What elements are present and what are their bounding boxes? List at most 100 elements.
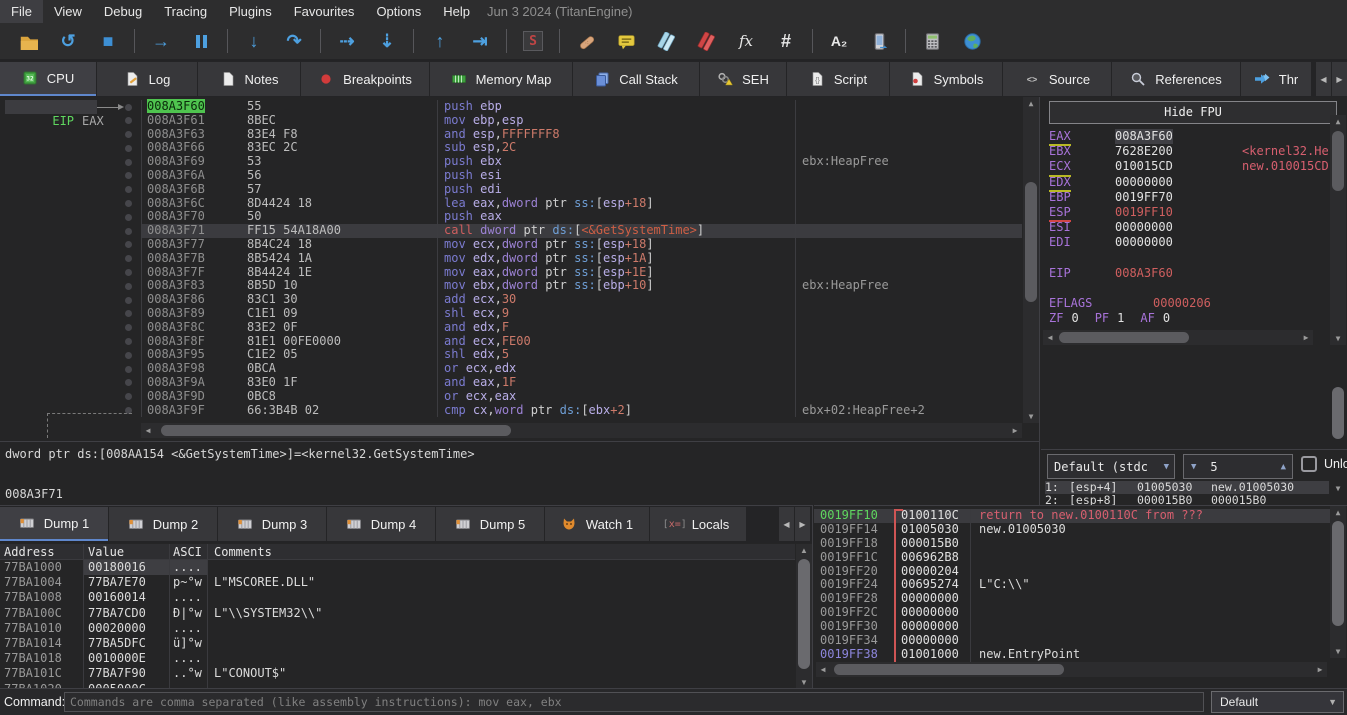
- breakpoint-dot[interactable]: [118, 224, 141, 238]
- disasm-row[interactable]: 008A3F618BECmov ebp,esp: [0, 114, 1022, 128]
- breakpoint-dot[interactable]: [118, 390, 141, 404]
- command-profile-select[interactable]: Default ▼: [1211, 691, 1344, 713]
- breakpoint-dot[interactable]: [118, 197, 141, 211]
- breakpoint-dot[interactable]: [118, 238, 141, 252]
- disasm-row[interactable]: 008A3F6055push ebp: [0, 100, 1022, 114]
- calculator-icon[interactable]: [920, 29, 944, 53]
- tab-source[interactable]: <>Source: [1003, 62, 1111, 96]
- scrollbar-thumb[interactable]: [1332, 521, 1344, 626]
- dump-column-header[interactable]: Value: [84, 544, 170, 559]
- scroll-right-icon[interactable]: ▶: [1299, 330, 1313, 345]
- labels-icon[interactable]: [654, 29, 678, 53]
- register-value[interactable]: 008A3F60: [1115, 129, 1173, 144]
- step-into-icon[interactable]: ↓: [242, 29, 266, 53]
- unlocked-checkbox[interactable]: [1301, 456, 1317, 472]
- pause-icon[interactable]: [189, 29, 213, 53]
- tab-references[interactable]: References: [1112, 62, 1240, 96]
- trace-into-icon[interactable]: ⇣: [375, 29, 399, 53]
- tab-memory-map[interactable]: Memory Map: [430, 62, 572, 96]
- disasm-row[interactable]: 008A3F838B5D 10mov ebx,dword ptr ss:[ebp…: [0, 279, 1022, 293]
- stack-row[interactable]: 0019FF3000000000: [814, 620, 1330, 634]
- breakpoint-dot[interactable]: [118, 114, 141, 128]
- scrollbar-thumb[interactable]: [1332, 131, 1344, 191]
- disasm-row[interactable]: 008A3F7B8B5424 1Amov edx,dword ptr ss:[e…: [0, 252, 1022, 266]
- run-icon[interactable]: →: [149, 29, 173, 53]
- command-input[interactable]: [64, 692, 1204, 712]
- registers-vscrollbar[interactable]: ▲ ▼: [1330, 115, 1346, 345]
- disassembly-hscrollbar[interactable]: ◀ ▶: [141, 423, 1022, 438]
- comment-icon[interactable]: [614, 29, 638, 53]
- tab-scroll-right-icon[interactable]: ▶: [795, 507, 810, 541]
- breakpoint-dot[interactable]: [118, 128, 141, 142]
- log-string-icon[interactable]: S: [521, 29, 545, 53]
- scroll-right-icon[interactable]: ▶: [1313, 662, 1327, 677]
- disasm-row[interactable]: 008A3F6683EC 2Csub esp,2C: [0, 141, 1022, 155]
- registers-hscrollbar[interactable]: ◀ ▶: [1043, 330, 1313, 345]
- analysis-icon[interactable]: #: [774, 29, 798, 53]
- scrollbar-thumb[interactable]: [798, 559, 810, 669]
- scroll-up-icon[interactable]: ▲: [796, 544, 812, 557]
- register-value[interactable]: 7628E200: [1115, 144, 1173, 159]
- disasm-row[interactable]: 008A3F71FF15 54A18A00call dword ptr ds:[…: [0, 224, 1022, 238]
- disasm-row[interactable]: 008A3F8683C1 30add ecx,30: [0, 293, 1022, 307]
- disasm-row[interactable]: 008A3F6953push ebxebx:HeapFree: [0, 155, 1022, 169]
- tab-scroll-left-icon[interactable]: ◀: [1316, 62, 1331, 96]
- arguments-vscrollbar[interactable]: ▼: [1330, 383, 1346, 495]
- scroll-up-icon[interactable]: ▲: [1330, 115, 1346, 128]
- open-file-icon[interactable]: [16, 29, 40, 53]
- dump-row[interactable]: 77BA100477BA7E70p~°wL"MSCOREE.DLL": [0, 575, 795, 590]
- dump-column-header[interactable]: Comments: [208, 544, 795, 559]
- assemble-icon[interactable]: A₂: [827, 29, 851, 53]
- preferences-icon[interactable]: [960, 29, 984, 53]
- disasm-row[interactable]: 008A3F8F81E1 00FE0000and ecx,FE00: [0, 335, 1022, 349]
- disasm-row[interactable]: 008A3F778B4C24 18mov ecx,dword ptr ss:[e…: [0, 238, 1022, 252]
- breakpoint-dot[interactable]: [118, 252, 141, 266]
- stack-row[interactable]: 0019FF3400000000: [814, 634, 1330, 648]
- disasm-row[interactable]: 008A3F6A56push esi: [0, 169, 1022, 183]
- trace-over-icon[interactable]: ⇢: [335, 29, 359, 53]
- spin-up-icon[interactable]: ▲: [1281, 462, 1286, 472]
- breakpoint-dot[interactable]: [118, 307, 141, 321]
- register-value[interactable]: 00000206: [1153, 296, 1211, 311]
- tab-dump-1[interactable]: Dump 1: [0, 507, 108, 541]
- stack-vscrollbar[interactable]: ▲ ▼: [1330, 506, 1346, 658]
- tab-breakpoints[interactable]: Breakpoints: [301, 62, 429, 96]
- stack-row[interactable]: 0019FF2000000204: [814, 565, 1330, 579]
- patches-icon[interactable]: [574, 29, 598, 53]
- stack-row[interactable]: 0019FF2800000000: [814, 592, 1330, 606]
- disasm-row[interactable]: 008A3F8C83E2 0Fand edx,F: [0, 321, 1022, 335]
- spin-down-icon[interactable]: ▼: [1191, 462, 1196, 472]
- scroll-down-icon[interactable]: ▼: [1330, 482, 1346, 495]
- stack-hscrollbar[interactable]: ◀ ▶: [816, 662, 1327, 677]
- register-value[interactable]: 008A3F60: [1115, 266, 1173, 281]
- scroll-down-icon[interactable]: ▼: [796, 676, 812, 688]
- disassembly-vscrollbar[interactable]: ▲ ▼: [1023, 97, 1039, 423]
- scroll-right-icon[interactable]: ▶: [1008, 423, 1022, 438]
- dump-column-header[interactable]: ASCI: [170, 544, 208, 559]
- dump-vscrollbar[interactable]: ▲ ▼: [796, 544, 812, 688]
- breakpoint-dot[interactable]: [118, 335, 141, 349]
- breakpoint-dot[interactable]: [118, 321, 141, 335]
- menu-item-file[interactable]: File: [0, 0, 43, 23]
- stack-row[interactable]: 0019FF3801001000new.EntryPoint: [814, 648, 1330, 662]
- register-value[interactable]: 00000000: [1115, 235, 1173, 250]
- disasm-row[interactable]: 008A3F7050push eax: [0, 210, 1022, 224]
- register-value[interactable]: 00000000: [1115, 220, 1173, 235]
- menu-item-tracing[interactable]: Tracing: [153, 0, 218, 23]
- menu-item-plugins[interactable]: Plugins: [218, 0, 283, 23]
- tab-dump-4[interactable]: Dump 4: [327, 507, 435, 541]
- tab-symbols[interactable]: Symbols: [890, 62, 1002, 96]
- tab-locals[interactable]: [x=]Locals: [650, 507, 746, 541]
- register-value[interactable]: 010015CD: [1115, 159, 1173, 174]
- flag-value[interactable]: 0: [1071, 311, 1078, 326]
- breakpoint-dot[interactable]: [118, 183, 141, 197]
- dump-row[interactable]: 77BA10180010000E....: [0, 651, 795, 666]
- menu-item-options[interactable]: Options: [365, 0, 432, 23]
- menu-item-view[interactable]: View: [43, 0, 93, 23]
- disasm-row[interactable]: 008A3F89C1E1 09shl ecx,9: [0, 307, 1022, 321]
- menu-item-debug[interactable]: Debug: [93, 0, 153, 23]
- disasm-row[interactable]: 008A3F9D0BC8or ecx,eax: [0, 390, 1022, 404]
- breakpoint-dot[interactable]: [118, 293, 141, 307]
- tab-script[interactable]: {}Script: [787, 62, 889, 96]
- step-over-icon[interactable]: ↷: [282, 29, 306, 53]
